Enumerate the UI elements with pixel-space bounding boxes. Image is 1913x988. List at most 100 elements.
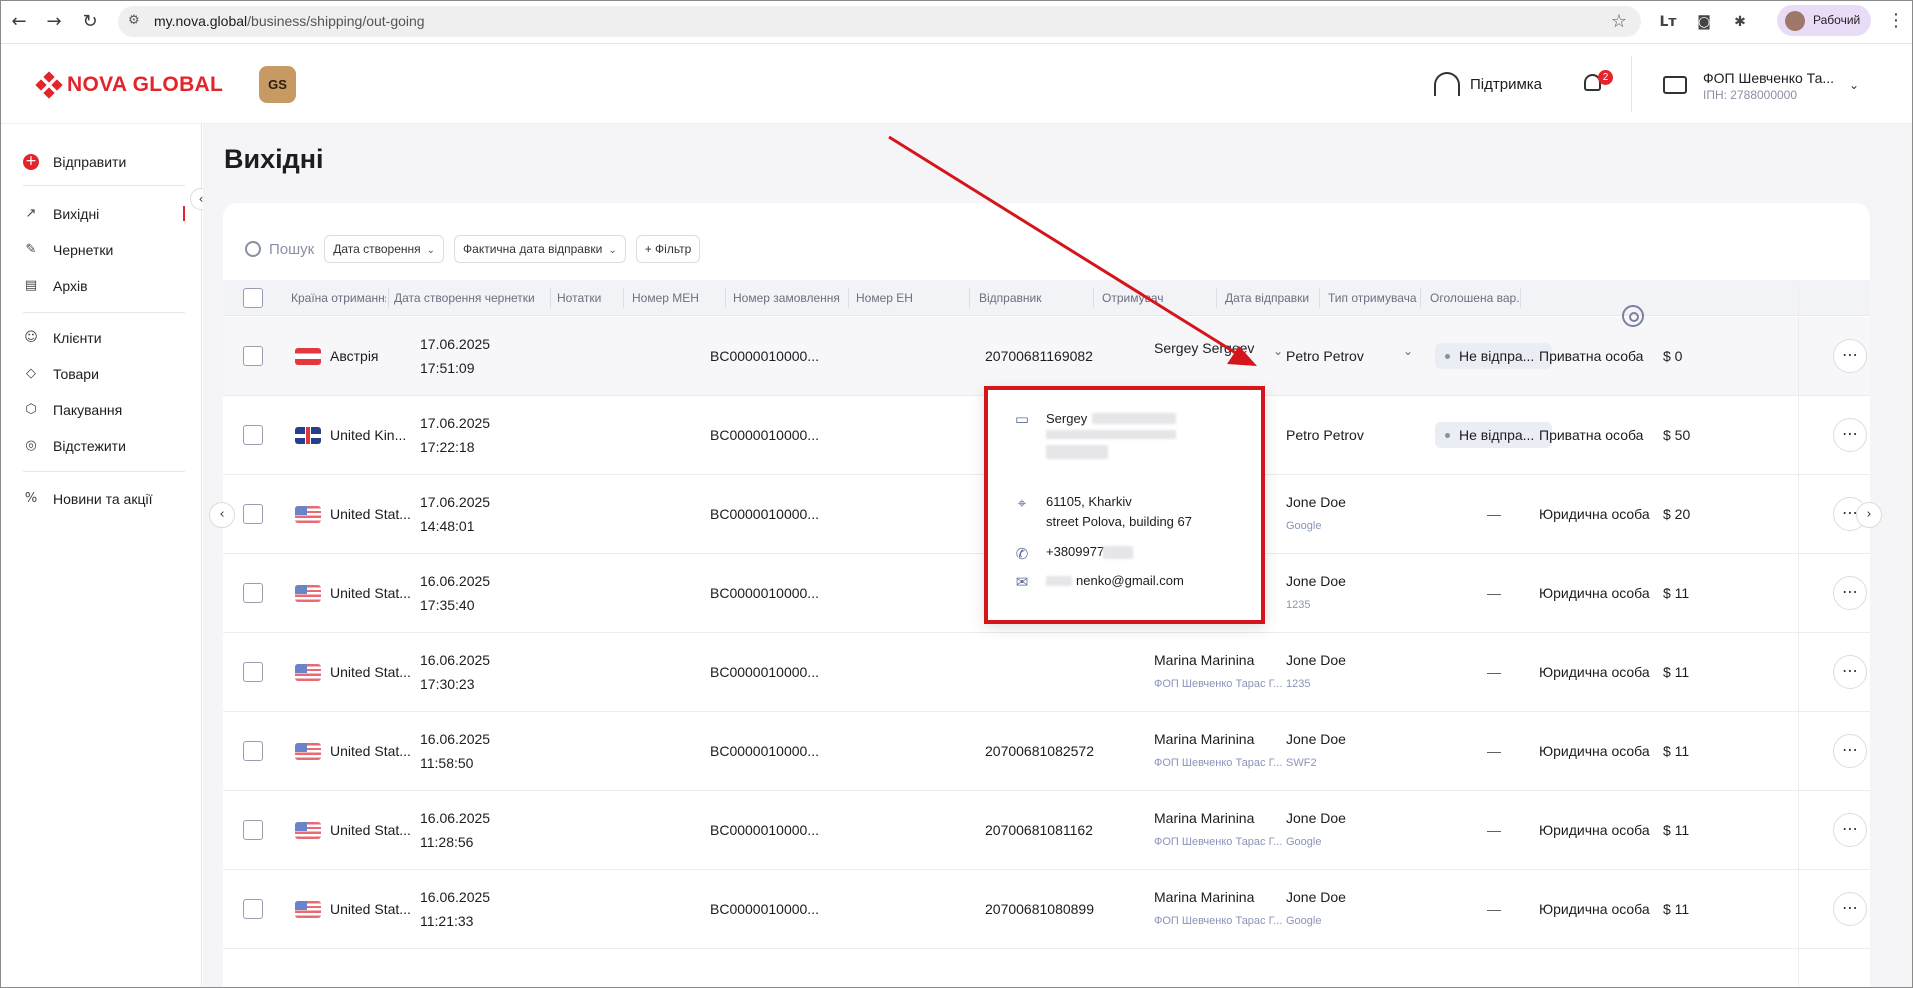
scroll-left-button[interactable]: ‹ bbox=[209, 502, 235, 528]
gs-badge[interactable]: GS bbox=[259, 66, 296, 103]
filter-created-date[interactable]: Дата створення ⌄ bbox=[324, 235, 445, 263]
men-number[interactable]: BC0000010000... bbox=[710, 743, 819, 759]
profile-label: Рабочий bbox=[1813, 13, 1861, 27]
sidebar-item-track[interactable]: ◎ Відстежити bbox=[23, 436, 126, 456]
country-name: United Stat... bbox=[330, 901, 410, 917]
redacted-text bbox=[1046, 445, 1108, 459]
sidebar-item-send[interactable]: + Відправити bbox=[23, 152, 126, 172]
row-checkbox[interactable] bbox=[243, 425, 263, 445]
row-actions-more-icon[interactable]: ⋯ bbox=[1833, 734, 1867, 768]
forward-icon[interactable]: → bbox=[43, 11, 65, 33]
en-number[interactable]: 20700681169082 bbox=[985, 348, 1093, 364]
men-number[interactable]: BC0000010000... bbox=[710, 348, 819, 364]
extensions-puzzle-icon[interactable]: ✱ bbox=[1729, 11, 1751, 33]
select-all-checkbox[interactable] bbox=[243, 288, 263, 308]
box-icon: ⬡ bbox=[25, 402, 37, 417]
add-filter-button[interactable]: + Фільтр bbox=[635, 235, 701, 263]
row-checkbox[interactable] bbox=[243, 820, 263, 840]
table-row[interactable]: Австрія 17.06.2025 17:51:09 BC0000010000...… bbox=[223, 317, 1870, 396]
en-number[interactable]: 20700681082572 bbox=[985, 743, 1094, 759]
row-actions-more-icon[interactable]: ⋯ bbox=[1833, 418, 1867, 452]
sidebar-item-label: Відстежити bbox=[53, 438, 126, 454]
recipient-type: Юридична особа bbox=[1539, 585, 1650, 601]
row-checkbox[interactable] bbox=[243, 899, 263, 919]
en-number[interactable]: 20700681080899 bbox=[985, 901, 1094, 917]
column-header[interactable]: Номер ЕН bbox=[856, 280, 966, 316]
row-actions-more-icon[interactable]: ⋯ bbox=[1833, 892, 1867, 926]
column-header[interactable]: Отримувач bbox=[1102, 280, 1212, 316]
nova-global-logo[interactable]: NOVA GLOBAL bbox=[35, 71, 223, 99]
sidebar-divider bbox=[23, 185, 185, 186]
sender-phone[interactable]: +3809977 bbox=[1046, 544, 1104, 559]
extension-lt-icon[interactable]: Lт bbox=[1657, 11, 1679, 33]
created-time: 17:22:18 bbox=[420, 439, 475, 455]
sender-name: Sergey Sergeev bbox=[1154, 340, 1255, 356]
column-header[interactable]: Тип отримувача bbox=[1328, 280, 1423, 316]
address-bar[interactable]: ⚙ my.nova.global/business/shipping/out-g… bbox=[118, 6, 1641, 37]
recipient-name: Jone Doe bbox=[1286, 494, 1346, 510]
men-number[interactable]: BC0000010000... bbox=[710, 427, 819, 443]
profile-button[interactable]: Рабочий bbox=[1777, 5, 1871, 36]
en-number[interactable]: 20700681081162 bbox=[985, 822, 1093, 838]
sender-expand-chevron-icon[interactable]: ⌄ bbox=[1273, 344, 1283, 358]
support-button[interactable]: Підтримка bbox=[1434, 72, 1542, 96]
created-date: 17.06.2025 bbox=[420, 415, 491, 431]
created-date: 16.06.2025 bbox=[420, 810, 491, 826]
sidebar-item-packaging[interactable]: ⬡ Пакування bbox=[23, 400, 122, 420]
site-settings-icon[interactable]: ⚙ bbox=[128, 13, 144, 29]
notifications-button[interactable]: 2 bbox=[1580, 70, 1613, 98]
column-header[interactable]: Країна отримання bbox=[291, 280, 386, 316]
sidebar-item-outgoing[interactable]: ↗ Вихідні bbox=[23, 204, 100, 224]
row-checkbox[interactable] bbox=[243, 504, 263, 524]
bookmark-star-icon[interactable]: ☆ bbox=[1611, 11, 1627, 32]
table-settings-gear-icon[interactable] bbox=[1622, 305, 1644, 327]
column-header[interactable]: Номер замовлення bbox=[733, 280, 843, 316]
row-actions-more-icon[interactable]: ⋯ bbox=[1833, 576, 1867, 610]
sidebar-item-news[interactable]: % Новини та акції bbox=[23, 489, 153, 509]
men-number[interactable]: BC0000010000... bbox=[710, 585, 819, 601]
flag-us-icon bbox=[295, 901, 321, 918]
row-checkbox[interactable] bbox=[243, 346, 263, 366]
sidebar-item-archive[interactable]: ▤ Архів bbox=[23, 276, 88, 296]
column-header[interactable]: Оголошена вар... bbox=[1430, 280, 1520, 316]
row-checkbox[interactable] bbox=[243, 741, 263, 761]
table-row[interactable]: United Stat... 16.06.2025 17:30:23 BC000001… bbox=[223, 633, 1870, 712]
recipient-expand-chevron-icon[interactable]: ⌄ bbox=[1403, 344, 1413, 358]
reload-icon[interactable]: ↻ bbox=[79, 11, 101, 33]
sender-email[interactable]: nenko@gmail.com bbox=[1076, 573, 1184, 588]
sidebar-item-drafts[interactable]: ✎ Чернетки bbox=[23, 240, 114, 260]
men-number[interactable]: BC0000010000... bbox=[710, 822, 819, 838]
scroll-right-button[interactable]: › bbox=[1856, 502, 1882, 528]
back-icon[interactable]: ← bbox=[8, 11, 30, 33]
camera-icon[interactable]: ◙ bbox=[1693, 11, 1715, 33]
sidebar-item-clients[interactable]: ☺ Клієнти bbox=[23, 328, 101, 348]
created-time: 14:48:01 bbox=[420, 518, 475, 534]
row-checkbox[interactable] bbox=[243, 662, 263, 682]
row-actions-more-icon[interactable]: ⋯ bbox=[1833, 339, 1867, 373]
column-header[interactable]: Дата відправки bbox=[1225, 280, 1320, 316]
browser-menu-icon[interactable]: ⋮ bbox=[1887, 10, 1905, 31]
column-header[interactable]: Дата створення чернетки bbox=[394, 280, 554, 316]
men-number[interactable]: BC0000010000... bbox=[710, 664, 819, 680]
sidebar-item-label: Архів bbox=[53, 278, 88, 294]
column-header[interactable]: Відправник bbox=[979, 280, 1089, 316]
men-number[interactable]: BC0000010000... bbox=[710, 506, 819, 522]
country-name: United Stat... bbox=[330, 822, 410, 838]
row-actions-more-icon[interactable]: ⋯ bbox=[1833, 655, 1867, 689]
filter-actual-ship-date[interactable]: Фактична дата відправки ⌄ bbox=[454, 235, 626, 263]
sidebar-item-label: Чернетки bbox=[53, 242, 114, 258]
table-row[interactable]: United Stat... 16.06.2025 11:21:33 BC000001… bbox=[223, 870, 1870, 949]
created-date: 17.06.2025 bbox=[420, 494, 491, 510]
table-row[interactable]: United Stat... 16.06.2025 11:58:50 BC000001… bbox=[223, 712, 1870, 791]
men-number[interactable]: BC0000010000... bbox=[710, 901, 819, 917]
row-actions-more-icon[interactable]: ⋯ bbox=[1833, 813, 1867, 847]
search-input[interactable]: Пошук bbox=[245, 241, 314, 258]
sidebar-item-goods[interactable]: ◇ Товари bbox=[23, 364, 99, 384]
recipient-company: 1235 bbox=[1286, 678, 1311, 690]
flag-us-icon bbox=[295, 506, 321, 523]
table-row[interactable]: United Stat... 16.06.2025 11:28:56 BC000001… bbox=[223, 791, 1870, 870]
row-checkbox[interactable] bbox=[243, 583, 263, 603]
column-header[interactable]: Нотатки bbox=[557, 280, 627, 316]
recipient-type: Приватна особа bbox=[1539, 427, 1644, 443]
column-header[interactable]: Номер МЕН bbox=[632, 280, 722, 316]
